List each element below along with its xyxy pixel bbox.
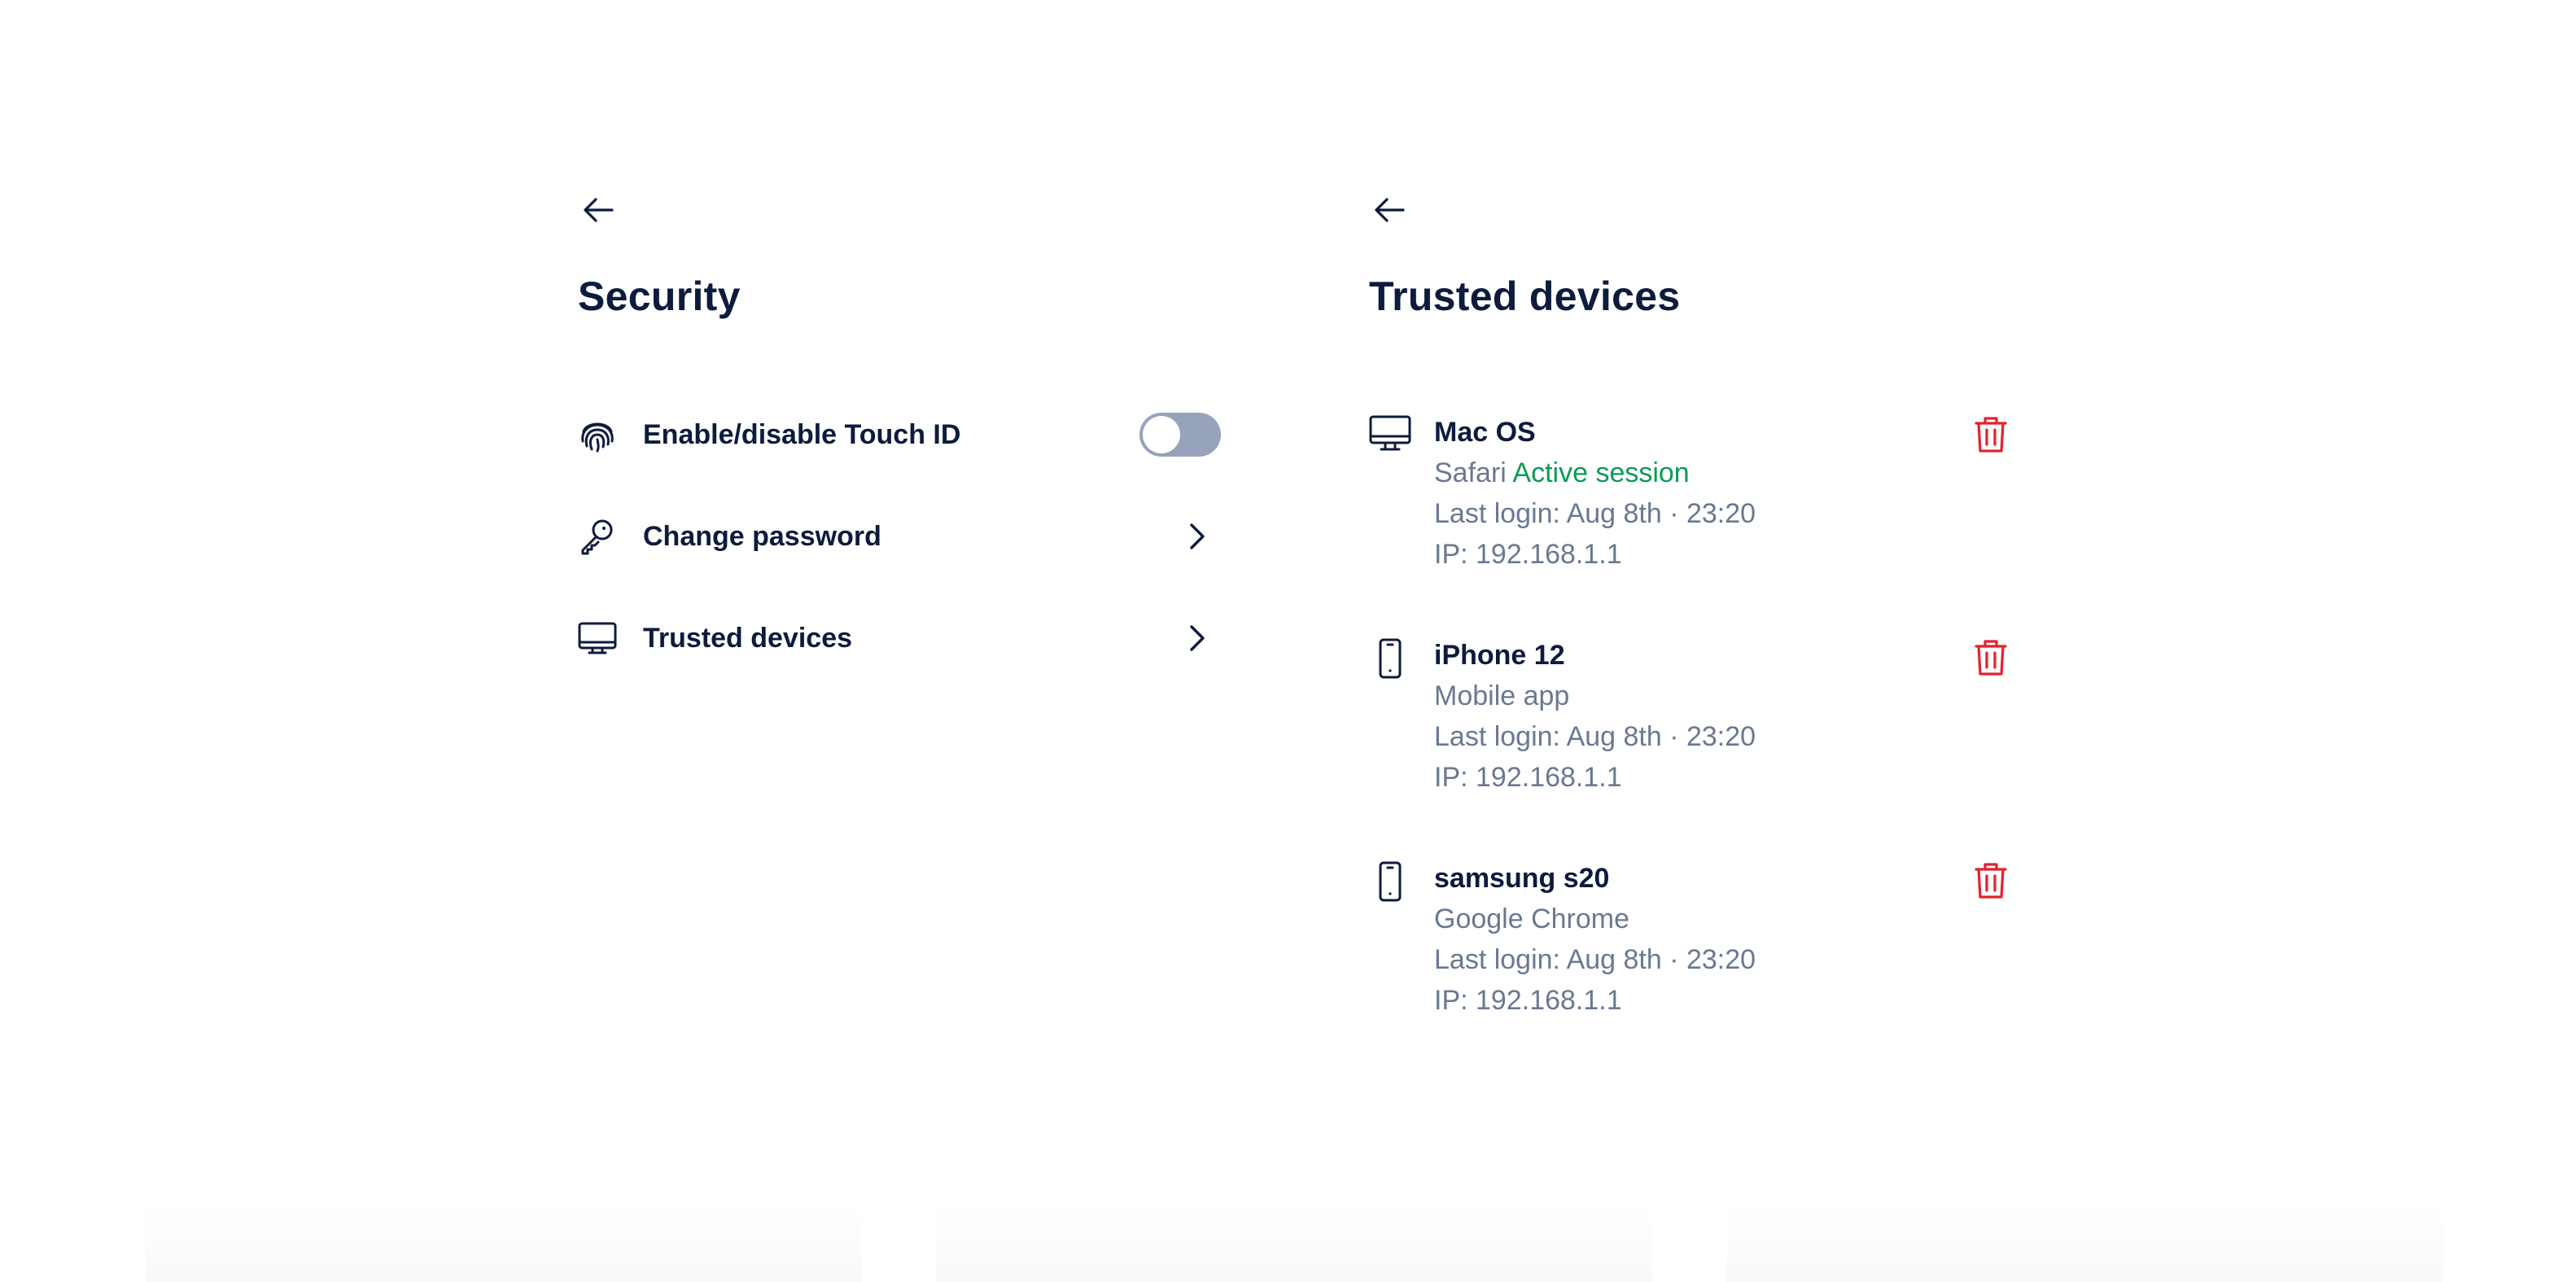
device-name: iPhone 12 — [1434, 640, 1565, 671]
device-client-name: Safari — [1434, 457, 1507, 488]
trash-icon[interactable] — [1968, 635, 2014, 680]
change-password-label: Change password — [643, 520, 881, 552]
trash-icon[interactable] — [1968, 412, 2014, 457]
active-session-badge: Active session — [1512, 457, 1690, 488]
back-button[interactable] — [576, 187, 622, 233]
monitor-icon — [576, 617, 619, 659]
device-last-login: Last login: Aug 8th · 23:20 — [1434, 721, 1756, 752]
device-name: samsung s20 — [1434, 863, 1610, 894]
device-ip: IP: 192.168.1.1 — [1434, 762, 1622, 793]
chevron-right-icon — [1190, 523, 1205, 549]
device-client: Mobile app — [1434, 680, 1570, 711]
touch-id-toggle[interactable] — [1139, 413, 1221, 457]
arrow-left-icon — [584, 198, 614, 222]
trusted-devices-row[interactable]: Trusted devices — [578, 610, 1221, 667]
chevron-right-icon — [1190, 625, 1205, 651]
arrow-left-icon — [1375, 198, 1405, 222]
background-card — [145, 1205, 861, 1282]
touch-id-row[interactable]: Enable/disable Touch ID — [578, 406, 1221, 463]
device-client: Google Chrome — [1434, 904, 1630, 934]
fingerprint-icon — [576, 413, 619, 456]
device-last-login: Last login: Aug 8th · 23:20 — [1434, 498, 1756, 529]
change-password-row[interactable]: Change password — [578, 508, 1221, 565]
background-card — [936, 1205, 1652, 1282]
touch-id-label: Enable/disable Touch ID — [643, 418, 961, 450]
device-ip: IP: 192.168.1.1 — [1434, 985, 1622, 1016]
key-icon — [576, 515, 619, 558]
device-name: Mac OS — [1434, 417, 1536, 448]
background-card — [1727, 1205, 2443, 1282]
phone-icon — [1379, 638, 1402, 679]
desktop-icon — [1369, 415, 1411, 451]
toggle-knob — [1143, 416, 1180, 453]
device-last-login: Last login: Aug 8th · 23:20 — [1434, 944, 1756, 975]
trusted-devices-label: Trusted devices — [643, 622, 853, 654]
page-title: Trusted devices — [1369, 273, 1681, 319]
device-ip: IP: 192.168.1.1 — [1434, 539, 1622, 570]
device-client: Safari Active session — [1434, 453, 1756, 493]
phone-icon — [1379, 861, 1402, 902]
trash-icon[interactable] — [1968, 858, 2014, 904]
back-button[interactable] — [1367, 187, 1413, 233]
page-title: Security — [578, 273, 741, 319]
